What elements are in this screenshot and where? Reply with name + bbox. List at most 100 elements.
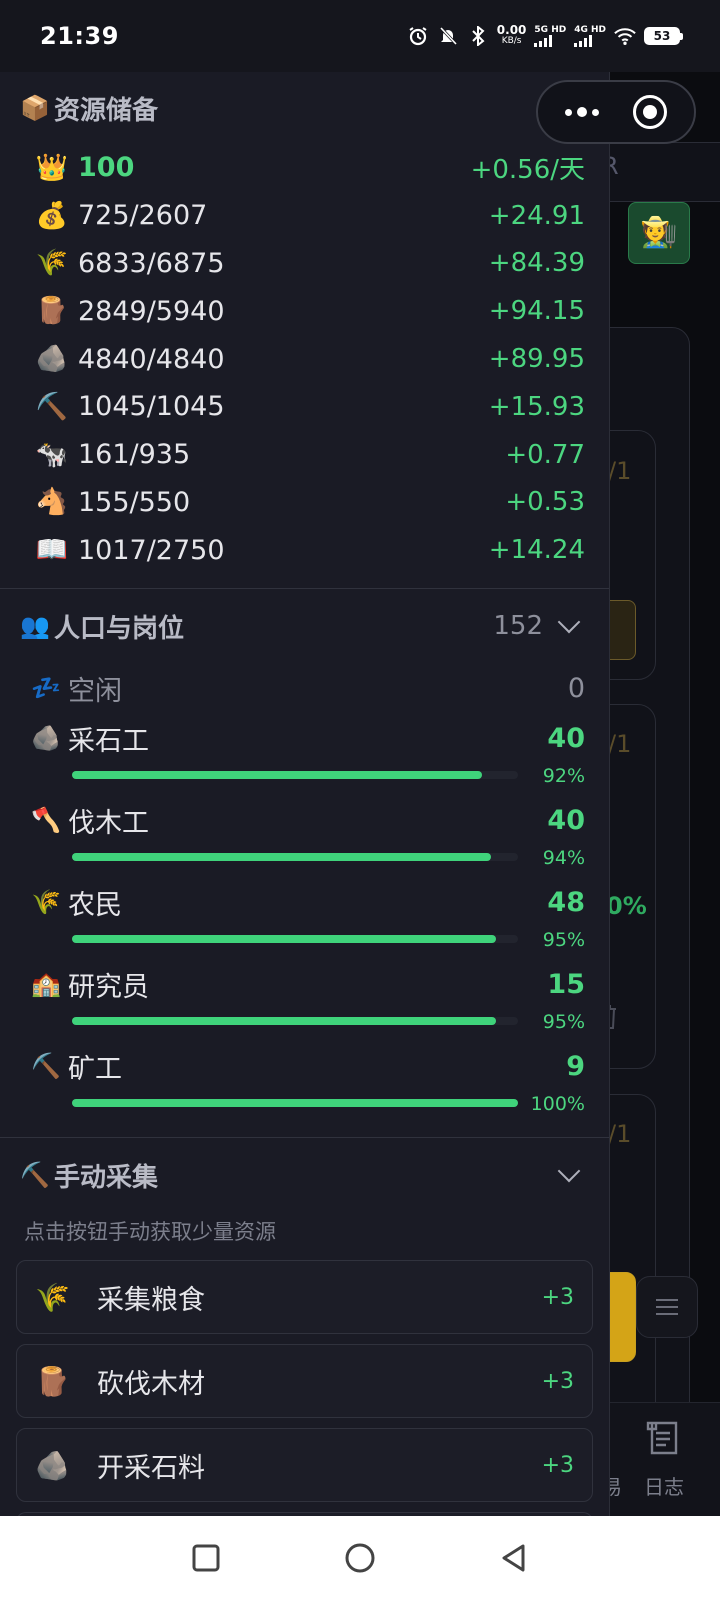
status-icons: 0.00 KB/s 5G HD 4G HD 53 <box>407 23 683 47</box>
bg-card-2-count: /1 <box>610 730 632 758</box>
gather-amount: +3 <box>541 1284 574 1310</box>
job-count: 40 <box>547 722 585 754</box>
menu-icon <box>656 1299 678 1301</box>
background-app: R 🧑‍🌾 /1 /1 0% /1 易 日志 <box>610 72 720 1516</box>
job-label: 采石工 <box>68 725 149 757</box>
resource-rate: +24.91 <box>488 200 585 231</box>
back-icon[interactable] <box>496 1540 532 1576</box>
job-percent: 92% <box>542 765 585 788</box>
bg-title-fragment: R <box>610 152 619 180</box>
job-row-quarry: 🪨 采石工 40 92% <box>24 713 585 795</box>
idle-row: 💤 空闲 0 <box>24 663 585 713</box>
resource-value: 1045/1045 <box>78 391 225 423</box>
idle-count: 0 <box>567 672 585 704</box>
resource-row-knowledge: 📖 1017/2750 +14.24 <box>28 526 585 574</box>
trash-icon[interactable] <box>610 1004 618 1030</box>
nav-log-label[interactable]: 日志 <box>644 1471 684 1500</box>
box-icon: 📦 <box>20 94 50 122</box>
bg-card-1-button[interactable] <box>610 600 636 660</box>
signal-4g: 4G HD <box>574 25 606 47</box>
resource-row-ore: ⛏️ 1045/1045 +15.93 <box>28 383 585 431</box>
grain-icon: 🌾 <box>35 1280 70 1314</box>
chevron-down-icon[interactable] <box>557 1159 581 1183</box>
resource-value: 725/2607 <box>78 200 208 232</box>
resource-rate: +0.56/天 <box>470 155 585 186</box>
wood-log-icon: 🪵 <box>35 1364 70 1398</box>
resources-header: 📦 资源储备 <box>0 72 609 144</box>
job-progress-fill <box>72 935 496 944</box>
population-header[interactable]: 👥 人口与岗位 152 <box>0 589 609 663</box>
pickaxe-icon: ⛏️ <box>20 1161 50 1190</box>
clock: 21:39 <box>40 22 119 50</box>
bg-card-1-count: /1 <box>610 457 632 485</box>
close-target-icon[interactable] <box>633 95 667 129</box>
job-progress-fill <box>72 1099 518 1108</box>
resource-rate: +89.95 <box>488 344 585 375</box>
bluetooth-icon <box>467 25 489 47</box>
home-icon[interactable] <box>342 1540 378 1576</box>
quarry-stone-button[interactable]: 🪨 开采石料 +3 <box>16 1428 593 1503</box>
bg-title-box <box>610 142 720 202</box>
manual-title: 手动采集 <box>54 1162 159 1193</box>
miniprogram-capsule <box>536 80 696 144</box>
bg-avatar-button[interactable]: 🧑‍🌾 <box>628 202 690 264</box>
farmer-icon: 🧑‍🌾 <box>640 215 678 250</box>
pickaxe-icon: ⛏️ <box>35 391 69 422</box>
more-options-icon[interactable] <box>565 107 599 117</box>
money-bag-icon: 💰 <box>35 200 69 231</box>
resource-value: 4840/4840 <box>78 343 225 375</box>
job-count: 40 <box>547 804 585 836</box>
job-progress-bar <box>72 1099 518 1108</box>
mute-bell-icon <box>437 25 459 47</box>
status-bar: 21:39 0.00 KB/s 5G HD 4G HD 53 <box>0 0 720 72</box>
job-label: 矿工 <box>68 1053 122 1085</box>
job-label: 农民 <box>68 889 122 921</box>
axe-icon: 🪓 <box>31 806 61 835</box>
idle-label: 空闲 <box>68 675 122 707</box>
job-count: 15 <box>547 968 585 1000</box>
bg-card-3-count: /1 <box>610 1120 632 1148</box>
job-percent: 100% <box>530 1093 585 1116</box>
resource-value: 161/935 <box>78 439 191 471</box>
recents-icon[interactable] <box>188 1540 224 1576</box>
job-row-farmer: 🌾 农民 48 95% <box>24 877 585 959</box>
job-row-researcher: 🏫 研究员 15 95% <box>24 959 585 1041</box>
job-progress-fill <box>72 771 483 780</box>
resource-value: 100 <box>78 152 135 184</box>
chop-wood-button[interactable]: 🪵 砍伐木材 +3 <box>16 1344 593 1419</box>
resource-value: 1017/2750 <box>78 534 225 566</box>
grain-icon: 🌾 <box>35 248 69 279</box>
gather-label: 砍伐木材 <box>97 1368 205 1400</box>
manual-list: 点击按钮手动获取少量资源 🌾 采集粮食 +3 🪵 砍伐木材 +3 🪨 开采石料 … <box>0 1212 609 1516</box>
population-title: 人口与岗位 <box>54 613 185 644</box>
resource-row-wood: 🪵 2849/5940 +94.15 <box>28 287 585 335</box>
network-speed: 0.00 KB/s <box>496 23 527 46</box>
stone-icon: 🪨 <box>35 1448 70 1482</box>
chevron-down-icon[interactable] <box>557 610 581 634</box>
resource-rate: +15.93 <box>488 391 585 422</box>
resource-row-crown: 👑 100 +0.56/天 <box>28 144 585 192</box>
job-label: 伐木工 <box>68 807 149 839</box>
resource-rate: +94.15 <box>488 296 585 327</box>
job-percent: 95% <box>542 1011 585 1034</box>
resource-value: 155/550 <box>78 486 191 518</box>
scroll-icon[interactable] <box>644 1417 684 1463</box>
job-percent: 95% <box>542 929 585 952</box>
job-label: 研究员 <box>68 971 149 1003</box>
job-progress-fill <box>72 853 492 862</box>
nav-trade-label[interactable]: 易 <box>610 1471 622 1500</box>
job-count: 9 <box>566 1050 585 1082</box>
manual-header[interactable]: ⛏️ 手动采集 <box>0 1138 609 1212</box>
gather-amount: +3 <box>541 1452 574 1478</box>
signal-5g: 5G HD <box>534 25 566 47</box>
gather-food-button[interactable]: 🌾 采集粮食 +3 <box>16 1260 593 1335</box>
resource-drawer: 📦 资源储备 👑 100 +0.56/天 💰 725/2607 +24.91 🌾… <box>0 72 610 1516</box>
bg-card-3-button[interactable] <box>610 1272 636 1362</box>
bg-bottom-nav: 易 日志 <box>610 1402 720 1516</box>
bg-menu-button[interactable] <box>636 1276 698 1338</box>
resource-row-food: 🌾 6833/6875 +84.39 <box>28 240 585 288</box>
grain-icon: 🌾 <box>31 888 61 917</box>
job-progress-bar <box>72 853 518 862</box>
system-nav-bar <box>0 1516 720 1600</box>
job-row-miner: ⛏️ 矿工 9 100% <box>24 1041 585 1123</box>
